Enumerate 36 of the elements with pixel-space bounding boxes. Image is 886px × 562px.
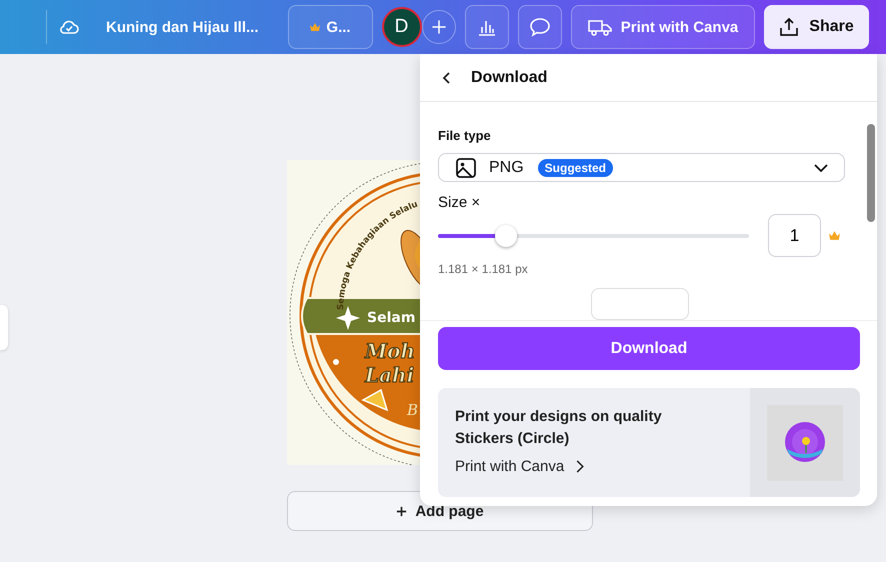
download-button[interactable]: Download: [438, 327, 860, 370]
document-title[interactable]: Kuning dan Hijau Ill...: [106, 18, 258, 36]
side-handle[interactable]: [0, 305, 8, 350]
share-button[interactable]: Share: [764, 5, 868, 49]
crown-icon: [828, 230, 841, 241]
lemon-slice-icon: [361, 388, 388, 412]
print-button[interactable]: Print with Canva: [570, 5, 754, 49]
plus-icon: [396, 506, 408, 516]
file-type-dropdown[interactable]: PNG Suggested: [438, 153, 845, 182]
user-avatar[interactable]: D: [382, 7, 422, 47]
print-link[interactable]: Print with Canva: [455, 458, 584, 474]
subtitle-text: B: [407, 401, 418, 419]
upgrade-button[interactable]: G...: [288, 5, 372, 49]
title-text: Moh: [365, 339, 416, 363]
chevron-right-icon: [576, 460, 584, 472]
crown-icon: [309, 22, 322, 32]
size-label: Size ×: [438, 194, 480, 211]
comment-button[interactable]: [518, 5, 562, 49]
add-person-icon[interactable]: [422, 10, 456, 44]
panel-title: Download: [471, 68, 548, 86]
dimensions-text: 1.181 × 1.181 px: [438, 262, 528, 276]
input-field[interactable]: [591, 288, 689, 320]
chevron-down-icon: [814, 164, 828, 172]
analytics-button[interactable]: [464, 5, 508, 49]
banner-text: Selam: [367, 310, 416, 326]
promo-title: Print your designs on quality Stickers (Circle): [455, 407, 663, 449]
suggested-badge: Suggested: [538, 158, 614, 176]
speech-bubble-icon: [528, 16, 550, 38]
dot: [333, 359, 339, 365]
truck-icon: [586, 17, 613, 37]
size-input[interactable]: 1: [768, 214, 821, 257]
image-icon: [455, 156, 477, 178]
title-text: Lahi: [365, 363, 414, 387]
file-type-label: File type: [438, 128, 491, 143]
promo-card[interactable]: Print your designs on quality Stickers (Circle) Print with Canva: [438, 388, 860, 497]
upload-icon: [778, 16, 800, 38]
